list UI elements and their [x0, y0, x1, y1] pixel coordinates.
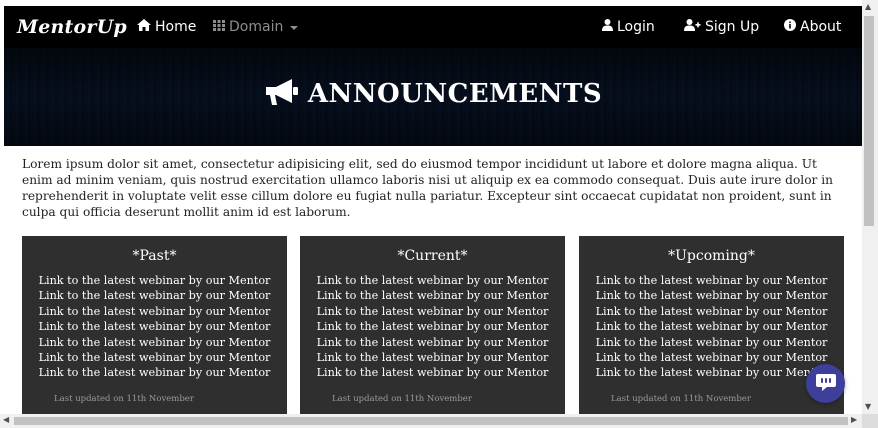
scroll-left-arrow-icon[interactable]: ◀ [3, 415, 9, 424]
scroll-right-arrow-icon[interactable]: ▶ [851, 415, 857, 424]
user-icon [602, 19, 613, 35]
nav-login-link[interactable]: Login [602, 19, 655, 35]
vertical-scrollbar[interactable]: ▲ ▼ [862, 0, 878, 414]
chat-bubble-icon [815, 372, 837, 396]
webinar-link[interactable]: Link to the latest webinar by our Mentor [300, 335, 565, 350]
webinar-link[interactable]: Link to the latest webinar by our Mentor [300, 304, 565, 319]
brand-logo[interactable]: MentorUp [17, 16, 127, 38]
card-upcoming: *Upcoming* Link to the latest webinar by… [579, 236, 844, 414]
announcement-cards: *Past* Link to the latest webinar by our… [22, 236, 844, 414]
nav-domain-label: Domain [229, 19, 284, 35]
card-updated-text: Last updated on 11th November [332, 394, 472, 404]
scrollbar-corner [862, 414, 878, 428]
nav-domain-dropdown[interactable]: Domain [213, 19, 299, 35]
webinar-link[interactable]: Link to the latest webinar by our Mentor [300, 350, 565, 365]
webinar-link[interactable]: Link to the latest webinar by our Mentor [300, 319, 565, 334]
webinar-link[interactable]: Link to the latest webinar by our Mentor [579, 335, 844, 350]
horizontal-scroll-thumb[interactable] [14, 417, 848, 425]
nav-home-label: Home [155, 19, 197, 35]
nav-signup-label: Sign Up [705, 19, 760, 35]
nav-about-label: About [800, 19, 842, 35]
page-viewport: MentorUp Home Domain Login Sign Up About… [0, 0, 862, 414]
webinar-link[interactable]: Link to the latest webinar by our Mentor [579, 288, 844, 303]
user-plus-icon [684, 19, 701, 35]
webinar-link[interactable]: Link to the latest webinar by our Mentor [579, 319, 844, 334]
webinar-link[interactable]: Link to the latest webinar by our Mentor [22, 273, 287, 288]
scroll-down-arrow-icon[interactable]: ▼ [865, 402, 871, 411]
card-title: *Past* [132, 248, 177, 264]
scroll-up-arrow-icon[interactable]: ▲ [865, 2, 871, 11]
intro-paragraph: Lorem ipsum dolor sit amet, consectetur … [22, 157, 833, 219]
webinar-link[interactable]: Link to the latest webinar by our Mentor [300, 288, 565, 303]
nav-login-label: Login [617, 19, 655, 35]
navbar: MentorUp Home Domain Login Sign Up About [4, 6, 862, 48]
announcements-banner: ANNOUNCEMENTS [4, 48, 862, 146]
webinar-link[interactable]: Link to the latest webinar by our Mentor [579, 273, 844, 288]
webinar-link[interactable]: Link to the latest webinar by our Mentor [22, 350, 287, 365]
card-title: *Current* [397, 248, 468, 264]
webinar-link[interactable]: Link to the latest webinar by our Mentor [579, 365, 844, 380]
webinar-link[interactable]: Link to the latest webinar by our Mentor [579, 350, 844, 365]
card-updated-text: Last updated on 11th November [611, 394, 751, 404]
nav-home-link[interactable]: Home [137, 19, 196, 35]
card-current: *Current* Link to the latest webinar by … [300, 236, 565, 414]
nav-signup-link[interactable]: Sign Up [684, 19, 759, 35]
webinar-link[interactable]: Link to the latest webinar by our Mentor [579, 304, 844, 319]
webinar-link[interactable]: Link to the latest webinar by our Mentor [22, 335, 287, 350]
info-icon [784, 19, 796, 35]
webinar-link[interactable]: Link to the latest webinar by our Mentor [22, 288, 287, 303]
card-past: *Past* Link to the latest webinar by our… [22, 236, 287, 414]
grid-icon [213, 19, 225, 35]
vertical-scroll-thumb[interactable] [864, 16, 874, 226]
webinar-link[interactable]: Link to the latest webinar by our Mentor [22, 365, 287, 380]
nav-about-link[interactable]: About [784, 19, 841, 35]
card-title: *Upcoming* [668, 248, 755, 264]
caret-down-icon [290, 26, 299, 30]
page-title: ANNOUNCEMENTS [307, 79, 603, 109]
horizontal-scrollbar[interactable]: ◀ ▶ [0, 414, 862, 428]
megaphone-icon [264, 77, 300, 111]
chat-button[interactable] [806, 364, 845, 403]
webinar-link[interactable]: Link to the latest webinar by our Mentor [300, 273, 565, 288]
webinar-link[interactable]: Link to the latest webinar by our Mentor [22, 319, 287, 334]
webinar-link[interactable]: Link to the latest webinar by our Mentor [22, 304, 287, 319]
webinar-link[interactable]: Link to the latest webinar by our Mentor [300, 365, 565, 380]
card-updated-text: Last updated on 11th November [54, 394, 194, 404]
home-icon [137, 19, 151, 35]
